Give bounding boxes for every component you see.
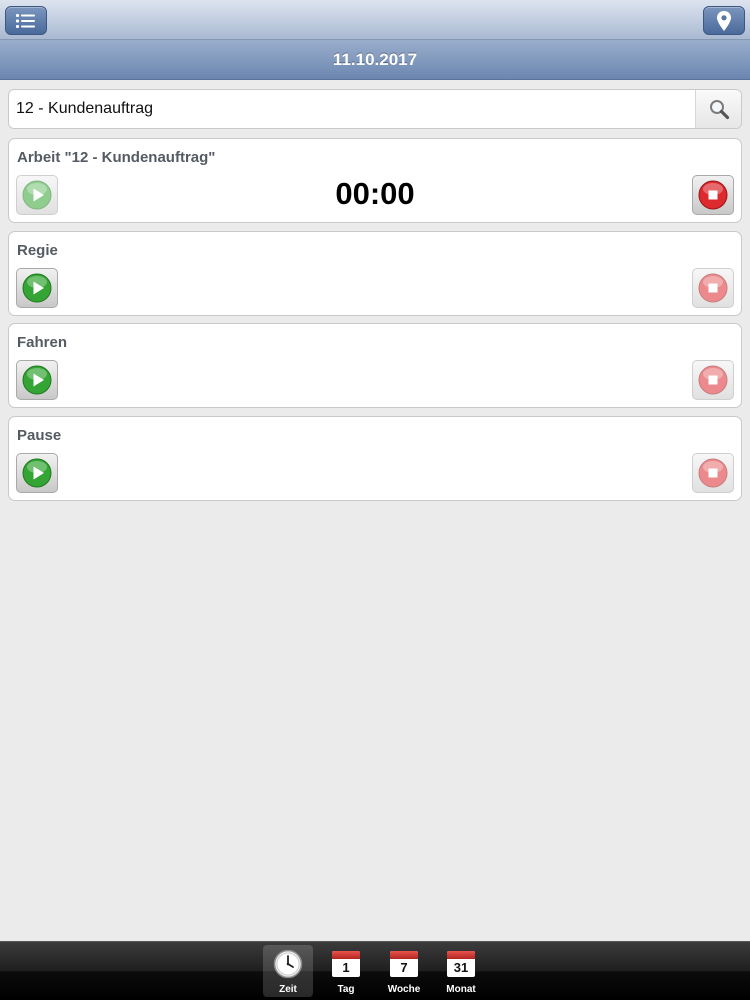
stop-button[interactable]	[692, 453, 734, 493]
tab-tag[interactable]: 1 Tag	[321, 945, 371, 997]
stop-icon	[698, 273, 728, 303]
activity-title: Regie	[17, 242, 58, 259]
activity-card-regie: Regie	[8, 231, 742, 316]
stop-icon	[698, 180, 728, 210]
page-title: 11.10.2017	[332, 49, 418, 69]
date-header: 11.10.2017	[0, 40, 750, 80]
timer-display: 00:00	[335, 176, 415, 211]
tab-label: Zeit	[279, 984, 297, 995]
search-bar	[8, 89, 742, 129]
activity-card-arbeit: Arbeit "12 - Kundenauftrag" 00:00	[8, 138, 742, 223]
search-input[interactable]	[9, 90, 695, 128]
start-button[interactable]	[16, 360, 58, 400]
activity-card-fahren: Fahren	[8, 323, 742, 408]
play-icon	[22, 273, 52, 303]
calendar-icon: 7	[389, 949, 419, 979]
calendar-number: 1	[342, 960, 350, 975]
list-icon	[16, 13, 35, 28]
stop-icon	[698, 458, 728, 488]
map-pin-icon	[717, 10, 731, 31]
stop-button[interactable]	[692, 175, 734, 215]
tab-label: Woche	[387, 984, 421, 995]
location-button[interactable]	[703, 6, 745, 35]
search-icon	[709, 100, 729, 120]
stop-button[interactable]	[692, 268, 734, 308]
tab-label: Tag	[337, 984, 355, 995]
activity-title: Pause	[17, 427, 62, 444]
tab-icon-wrap	[273, 949, 303, 979]
calendar-number: 31	[453, 960, 469, 975]
tab-woche[interactable]: 7 Woche	[379, 945, 429, 997]
top-toolbar	[0, 0, 750, 40]
tab-zeit[interactable]: Zeit	[263, 945, 313, 997]
calendar-number: 7	[400, 960, 408, 975]
calendar-icon: 31	[446, 949, 476, 979]
calendar-icon: 1	[331, 949, 361, 979]
start-button[interactable]	[16, 453, 58, 493]
stop-button[interactable]	[692, 360, 734, 400]
play-icon	[22, 458, 52, 488]
search-button[interactable]	[695, 90, 741, 128]
menu-button[interactable]	[5, 6, 47, 35]
start-button[interactable]	[16, 268, 58, 308]
tab-monat[interactable]: 31 Monat	[436, 945, 486, 997]
activity-card-pause: Pause	[8, 416, 742, 501]
tab-label: Monat	[446, 984, 476, 995]
tab-bar: Zeit 1 Tag 7 Woche 31 Monat	[0, 941, 750, 1000]
activity-title: Arbeit "12 - Kundenauftrag"	[17, 149, 216, 166]
play-icon	[22, 365, 52, 395]
stop-icon	[698, 365, 728, 395]
activity-title: Fahren	[17, 334, 68, 351]
clock-icon	[273, 949, 303, 979]
